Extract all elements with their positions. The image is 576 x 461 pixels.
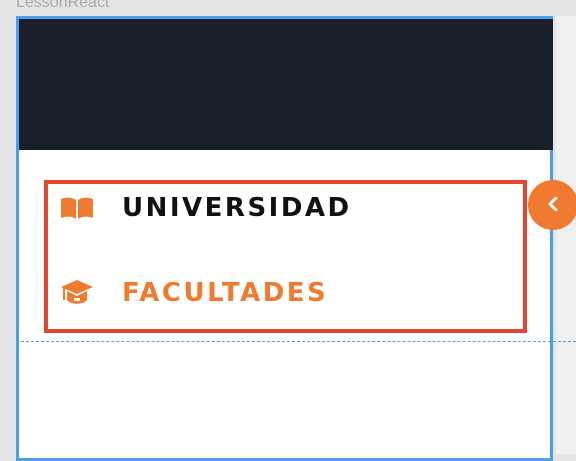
layout-guide-line [16,341,576,342]
chevron-left-icon [548,196,558,215]
book-open-icon [60,193,96,223]
menu-item-label: UNIVERSIDAD [122,193,352,223]
sidebar-toggle-button[interactable] [528,180,576,230]
menu-item-universidad[interactable]: UNIVERSIDAD [60,188,352,228]
graduation-cap-icon [60,278,96,308]
menu-item-facultades[interactable]: FACULTADES [60,273,328,313]
menu-item-label: FACULTADES [122,278,329,308]
app-header [19,19,553,150]
canvas-background [556,16,576,454]
app-title: LessonReact [16,0,110,11]
